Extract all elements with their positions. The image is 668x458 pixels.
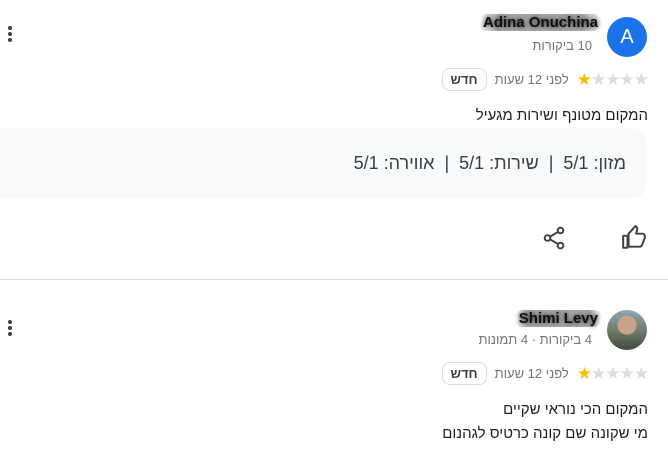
review-text-line: מי שקונה שם קונה כרטיס לגהנום (442, 425, 648, 442)
review-text-line: המקום הכי נוראי שקיים (503, 401, 648, 418)
review-text: המקום מטונף ושירות מגעיל (475, 107, 648, 124)
star-rating: ★ ★ ★ ★ ★ (576, 69, 649, 89)
star-filled-icon: ★ (576, 363, 592, 383)
star-empty-icon: ★ (619, 69, 635, 89)
review-time: לפני 12 שעות (494, 71, 569, 87)
new-badge: חדש (441, 361, 487, 385)
sub-ratings-box: מזון: 5/1 | שירות: 5/1 | אווירה: 5/1 (0, 128, 646, 198)
more-vert-icon[interactable] (4, 318, 16, 340)
star-empty-icon: ★ (605, 69, 620, 89)
reviewer-meta: 4 ביקורות · 4 תמונות (478, 332, 592, 347)
reviewer-meta: 10 ביקורות (532, 38, 592, 53)
avatar[interactable]: A (607, 17, 647, 57)
rating-row: ★ ★ ★ ★ ★ לפני 12 שעות חדש (441, 67, 649, 91)
review-text: המקום הכי נוראי שקיים מי שקונה שם קונה כ… (442, 398, 648, 446)
star-empty-icon: ★ (591, 69, 606, 89)
star-empty-icon: ★ (591, 363, 606, 383)
service-rating-value: 5/1 (459, 152, 485, 173)
new-badge: חדש (441, 67, 487, 91)
share-button[interactable] (541, 225, 567, 251)
rating-row: ★ ★ ★ ★ ★ לפני 12 שעות חדש (441, 361, 649, 385)
review-card: A Adina Onuchina 10 ביקורות ★ ★ ★ ★ ★ לפ… (0, 0, 668, 279)
star-rating: ★ ★ ★ ★ ★ (576, 363, 649, 383)
separator: | (548, 152, 554, 173)
star-empty-icon: ★ (619, 363, 635, 383)
service-rating-label: שירות: (489, 152, 539, 173)
like-button[interactable] (621, 225, 647, 251)
star-empty-icon: ★ (633, 363, 649, 383)
star-empty-icon: ★ (605, 363, 620, 383)
review-time: לפני 12 שעות (494, 365, 569, 381)
food-rating-value: 5/1 (563, 152, 589, 173)
thumb-up-icon (622, 225, 646, 249)
atmosphere-rating-label: אווירה: (383, 152, 435, 173)
separator: | (444, 152, 450, 173)
star-filled-icon: ★ (576, 69, 592, 89)
more-vert-icon[interactable] (4, 24, 16, 46)
avatar[interactable] (607, 310, 647, 350)
star-empty-icon: ★ (633, 69, 649, 89)
reviewer-name[interactable]: Shimi Levy (514, 310, 602, 327)
atmosphere-rating-value: 5/1 (353, 152, 379, 173)
food-rating-label: מזון: (593, 152, 626, 173)
reviewer-name[interactable]: Adina Onuchina (478, 14, 602, 31)
share-icon (543, 226, 565, 250)
